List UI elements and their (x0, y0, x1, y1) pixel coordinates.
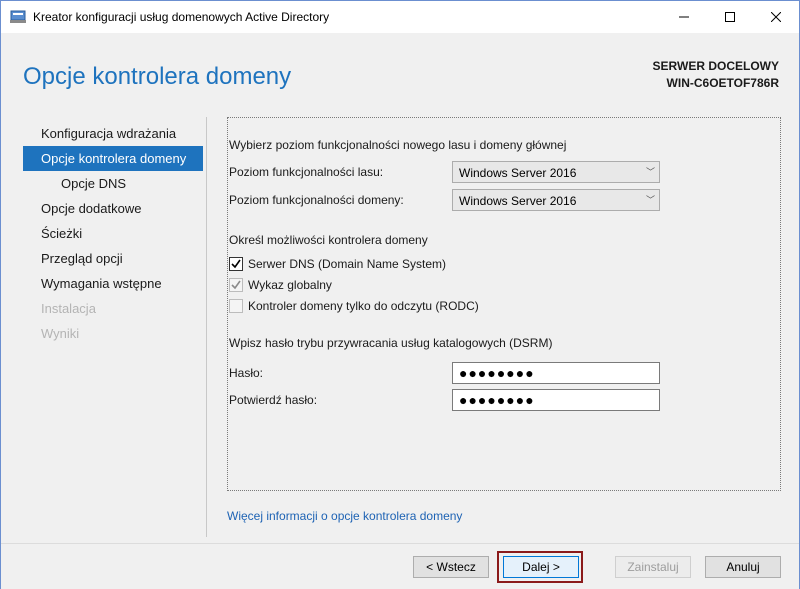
chevron-down-icon: ﹀ (645, 167, 655, 177)
functional-level-heading: Wybierz poziom funkcjonalności nowego la… (229, 138, 567, 152)
more-info-link[interactable]: Więcej informacji o opcje kontrolera dom… (227, 509, 462, 523)
window-title: Kreator konfiguracji usług domenowych Ac… (33, 10, 330, 24)
forest-level-label: Poziom funkcjonalności lasu: (229, 165, 384, 179)
minimize-icon (679, 16, 689, 18)
options-panel: Wybierz poziom funkcjonalności nowego la… (227, 117, 781, 491)
nav-item-installation: Instalacja (41, 301, 96, 316)
minimize-button[interactable] (661, 1, 707, 33)
server-name: WIN-C6OETOF786R (666, 76, 779, 90)
page-title: Opcje kontrolera domeny (23, 63, 292, 90)
password-field[interactable]: ●●●●●●●● (452, 362, 660, 384)
title-bar: Kreator konfiguracji usług domenowych Ac… (1, 1, 799, 33)
domain-level-value: Windows Server 2016 (459, 194, 577, 208)
nav-item-results: Wyniki (41, 326, 80, 341)
cancel-button[interactable]: Anuluj (705, 556, 781, 578)
domain-level-select[interactable]: Windows Server 2016 ﹀ (452, 189, 660, 211)
wizard-content: Opcje kontrolera domeny SERWER DOCELOWY … (1, 33, 799, 543)
dsrm-heading: Wpisz hasło trybu przywracania usług kat… (229, 336, 553, 350)
close-button[interactable] (753, 1, 799, 33)
nav-divider (206, 117, 207, 537)
forest-level-value: Windows Server 2016 (459, 166, 577, 180)
password-value: ●●●●●●●● (459, 365, 535, 381)
nav-item-additional-options[interactable]: Opcje dodatkowe (23, 196, 203, 221)
global-catalog-checkbox (229, 278, 243, 292)
rodc-label: Kontroler domeny tylko do odczytu (RODC) (248, 299, 479, 313)
confirm-password-value: ●●●●●●●● (459, 392, 535, 408)
checkmark-icon (231, 259, 241, 269)
nav-item-dns-options[interactable]: Opcje DNS (23, 171, 203, 196)
chevron-down-icon: ﹀ (645, 195, 655, 205)
server-caption: SERWER DOCELOWY (652, 59, 779, 73)
nav-item-prerequisites[interactable]: Wymagania wstępne (23, 271, 203, 296)
back-button[interactable]: < Wstecz (413, 556, 489, 578)
wizard-footer: < Wstecz Dalej > Zainstaluj Anuluj (1, 543, 799, 589)
target-server-label: SERWER DOCELOWY WIN-C6OETOF786R (653, 58, 779, 92)
domain-level-label: Poziom funkcjonalności domeny: (229, 193, 404, 207)
dns-server-label: Serwer DNS (Domain Name System) (248, 257, 447, 271)
checkmark-icon (231, 280, 241, 290)
wizard-nav: Konfiguracja wdrażania Opcje kontrolera … (23, 121, 203, 346)
maximize-icon (725, 12, 735, 22)
rodc-checkbox-row: Kontroler domeny tylko do odczytu (RODC) (229, 298, 479, 314)
global-catalog-checkbox-row: Wykaz globalny (229, 277, 332, 293)
global-catalog-label: Wykaz globalny (248, 278, 332, 292)
confirm-password-label: Potwierdź hasło: (229, 393, 318, 407)
maximize-button[interactable] (707, 1, 753, 33)
nav-item-dc-options[interactable]: Opcje kontrolera domeny (23, 146, 203, 171)
dns-server-checkbox-row[interactable]: Serwer DNS (Domain Name System) (229, 256, 446, 272)
nav-item-paths[interactable]: Ścieżki (23, 221, 203, 246)
server-icon (10, 10, 26, 23)
capabilities-heading: Określ możliwości kontrolera domeny (229, 233, 428, 247)
nav-item-review[interactable]: Przegląd opcji (23, 246, 203, 271)
rodc-checkbox (229, 299, 243, 313)
close-icon (771, 12, 781, 22)
next-button[interactable]: Dalej > (503, 556, 579, 578)
install-button: Zainstaluj (615, 556, 691, 578)
nav-item-deployment[interactable]: Konfiguracja wdrażania (23, 121, 203, 146)
forest-level-select[interactable]: Windows Server 2016 ﹀ (452, 161, 660, 183)
confirm-password-field[interactable]: ●●●●●●●● (452, 389, 660, 411)
dns-server-checkbox[interactable] (229, 257, 243, 271)
wizard-window: Kreator konfiguracji usług domenowych Ac… (0, 0, 800, 589)
password-label: Hasło: (229, 366, 264, 380)
